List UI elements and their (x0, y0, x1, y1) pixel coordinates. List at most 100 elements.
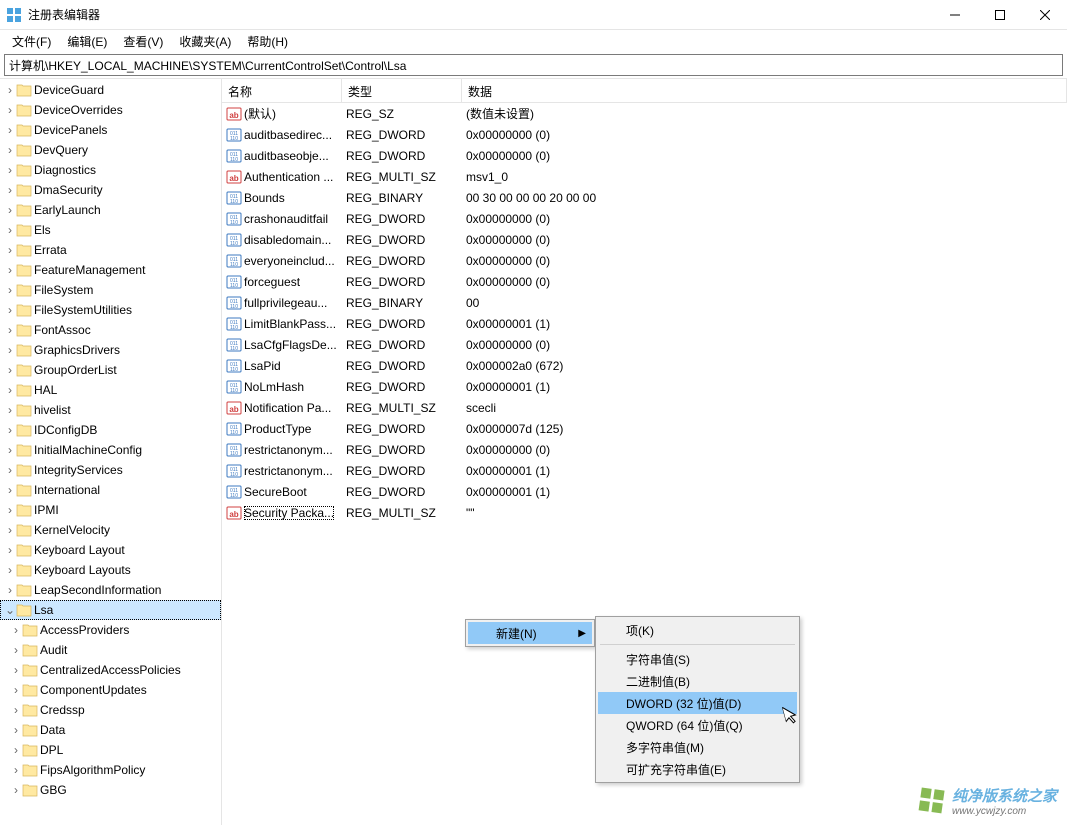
list-row[interactable]: 011110restrictanonym...REG_DWORD0x000000… (222, 460, 1067, 481)
tree-item[interactable]: ›Diagnostics (0, 160, 221, 180)
menu-edit[interactable]: 编辑(E) (59, 31, 115, 52)
chevron-icon[interactable]: › (4, 423, 16, 437)
chevron-icon[interactable]: › (10, 683, 22, 697)
list-row[interactable]: 011110NoLmHashREG_DWORD0x00000001 (1) (222, 376, 1067, 397)
chevron-icon[interactable]: › (4, 143, 16, 157)
tree-item[interactable]: ›Data (0, 720, 221, 740)
tree-item[interactable]: ›International (0, 480, 221, 500)
menu-favorites[interactable]: 收藏夹(A) (171, 31, 239, 52)
chevron-icon[interactable]: › (4, 203, 16, 217)
submenu-item[interactable]: 字符串值(S) (598, 648, 797, 670)
menu-view[interactable]: 查看(V) (115, 31, 171, 52)
chevron-icon[interactable]: › (4, 503, 16, 517)
header-type[interactable]: 类型 (342, 79, 462, 102)
tree-item[interactable]: ›IDConfigDB (0, 420, 221, 440)
chevron-icon[interactable]: ⌄ (4, 603, 16, 617)
chevron-icon[interactable]: › (4, 123, 16, 137)
list-row[interactable]: 011110auditbaseobje...REG_DWORD0x0000000… (222, 145, 1067, 166)
tree-item[interactable]: ›FileSystemUtilities (0, 300, 221, 320)
tree-item[interactable]: ›FipsAlgorithmPolicy (0, 760, 221, 780)
list-row[interactable]: 011110disabledomain...REG_DWORD0x0000000… (222, 229, 1067, 250)
chevron-icon[interactable]: › (4, 383, 16, 397)
tree-item[interactable]: ›Keyboard Layouts (0, 560, 221, 580)
minimize-button[interactable] (932, 0, 977, 30)
tree-item[interactable]: ›GraphicsDrivers (0, 340, 221, 360)
chevron-icon[interactable]: › (4, 483, 16, 497)
chevron-icon[interactable]: › (4, 343, 16, 357)
list-row[interactable]: 011110crashonauditfailREG_DWORD0x0000000… (222, 208, 1067, 229)
chevron-icon[interactable]: › (10, 763, 22, 777)
tree-item[interactable]: ›hivelist (0, 400, 221, 420)
tree-item[interactable]: ›FeatureManagement (0, 260, 221, 280)
submenu-item[interactable]: 可扩充字符串值(E) (598, 758, 797, 780)
chevron-icon[interactable]: › (4, 443, 16, 457)
menu-new[interactable]: 新建(N) ▶ (468, 622, 592, 644)
maximize-button[interactable] (977, 0, 1022, 30)
chevron-icon[interactable]: › (4, 403, 16, 417)
submenu-item[interactable]: 二进制值(B) (598, 670, 797, 692)
list-row[interactable]: 011110everyoneinclud...REG_DWORD0x000000… (222, 250, 1067, 271)
close-button[interactable] (1022, 0, 1067, 30)
tree-item[interactable]: ›DevQuery (0, 140, 221, 160)
list-row[interactable]: 011110auditbasedirec...REG_DWORD0x000000… (222, 124, 1067, 145)
tree-item[interactable]: ⌄Lsa (0, 600, 221, 620)
tree-item[interactable]: ›InitialMachineConfig (0, 440, 221, 460)
chevron-icon[interactable]: › (10, 783, 22, 797)
tree-item[interactable]: ›FileSystem (0, 280, 221, 300)
chevron-icon[interactable]: › (10, 723, 22, 737)
submenu-item[interactable]: 多字符串值(M) (598, 736, 797, 758)
list-row[interactable]: 011110BoundsREG_BINARY00 30 00 00 00 20 … (222, 187, 1067, 208)
list-row[interactable]: 011110LsaPidREG_DWORD0x000002a0 (672) (222, 355, 1067, 376)
submenu-item[interactable]: DWORD (32 位)值(D) (598, 692, 797, 714)
tree-item[interactable]: ›DmaSecurity (0, 180, 221, 200)
tree-item[interactable]: ›IntegrityServices (0, 460, 221, 480)
tree-view[interactable]: ›DeviceGuard›DeviceOverrides›DevicePanel… (0, 79, 222, 825)
tree-item[interactable]: ›ComponentUpdates (0, 680, 221, 700)
tree-item[interactable]: ›Keyboard Layout (0, 540, 221, 560)
address-bar[interactable]: 计算机\HKEY_LOCAL_MACHINE\SYSTEM\CurrentCon… (4, 54, 1063, 76)
menu-file[interactable]: 文件(F) (4, 31, 59, 52)
chevron-icon[interactable]: › (4, 183, 16, 197)
menu-help[interactable]: 帮助(H) (239, 31, 296, 52)
tree-item[interactable]: ›LeapSecondInformation (0, 580, 221, 600)
tree-item[interactable]: ›AccessProviders (0, 620, 221, 640)
chevron-icon[interactable]: › (4, 163, 16, 177)
tree-item[interactable]: ›Audit (0, 640, 221, 660)
tree-item[interactable]: ›DeviceOverrides (0, 100, 221, 120)
header-data[interactable]: 数据 (462, 79, 1067, 102)
list-row[interactable]: 011110fullprivilegeau...REG_BINARY00 (222, 292, 1067, 313)
tree-item[interactable]: ›Errata (0, 240, 221, 260)
chevron-icon[interactable]: › (4, 523, 16, 537)
chevron-icon[interactable]: › (4, 223, 16, 237)
tree-item[interactable]: ›DeviceGuard (0, 80, 221, 100)
list-row[interactable]: ab(默认)REG_SZ(数值未设置) (222, 103, 1067, 124)
submenu-item[interactable]: 项(K) (598, 619, 797, 641)
list-row[interactable]: 011110ProductTypeREG_DWORD0x0000007d (12… (222, 418, 1067, 439)
list-row[interactable]: 011110forceguestREG_DWORD0x00000000 (0) (222, 271, 1067, 292)
header-name[interactable]: 名称 (222, 79, 342, 102)
tree-item[interactable]: ›IPMI (0, 500, 221, 520)
list-row[interactable]: abSecurity Packa...REG_MULTI_SZ"" (222, 502, 1067, 523)
tree-item[interactable]: ›EarlyLaunch (0, 200, 221, 220)
chevron-icon[interactable]: › (4, 463, 16, 477)
list-row[interactable]: abAuthentication ...REG_MULTI_SZmsv1_0 (222, 166, 1067, 187)
tree-item[interactable]: ›FontAssoc (0, 320, 221, 340)
tree-item[interactable]: ›KernelVelocity (0, 520, 221, 540)
tree-item[interactable]: ›CentralizedAccessPolicies (0, 660, 221, 680)
list-row[interactable]: abNotification Pa...REG_MULTI_SZscecli (222, 397, 1067, 418)
list-row[interactable]: 011110SecureBootREG_DWORD0x00000001 (1) (222, 481, 1067, 502)
chevron-icon[interactable]: › (4, 323, 16, 337)
chevron-icon[interactable]: › (4, 303, 16, 317)
tree-item[interactable]: ›DevicePanels (0, 120, 221, 140)
chevron-icon[interactable]: › (10, 623, 22, 637)
chevron-icon[interactable]: › (10, 643, 22, 657)
chevron-icon[interactable]: › (10, 743, 22, 757)
chevron-icon[interactable]: › (10, 703, 22, 717)
chevron-icon[interactable]: › (4, 563, 16, 577)
chevron-icon[interactable]: › (4, 243, 16, 257)
chevron-icon[interactable]: › (4, 363, 16, 377)
chevron-icon[interactable]: › (4, 583, 16, 597)
list-row[interactable]: 011110restrictanonym...REG_DWORD0x000000… (222, 439, 1067, 460)
tree-item[interactable]: ›HAL (0, 380, 221, 400)
chevron-icon[interactable]: › (4, 103, 16, 117)
